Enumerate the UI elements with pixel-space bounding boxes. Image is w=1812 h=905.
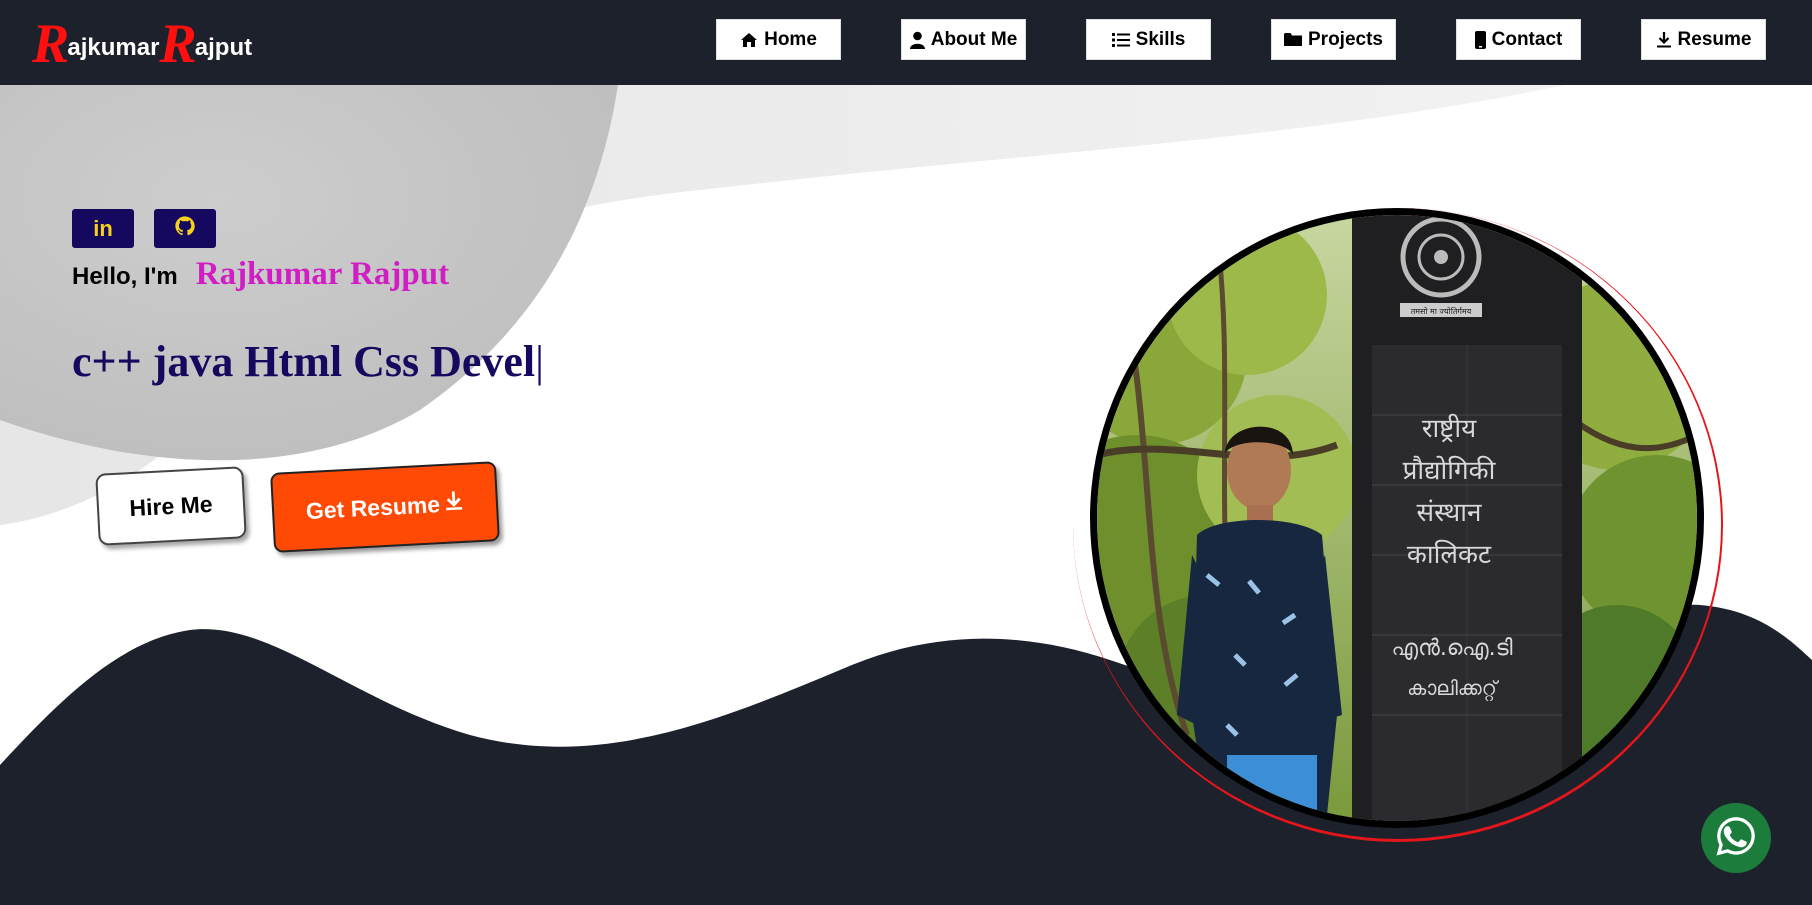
- hire-me-button[interactable]: Hire Me: [95, 466, 247, 546]
- nav-resume-label: Resume: [1677, 28, 1752, 50]
- site-header: R ajkumar R ajput Home About Me Skills P…: [0, 0, 1812, 85]
- logo-last-rest: ajput: [194, 34, 253, 61]
- nav-about[interactable]: About Me: [901, 19, 1026, 60]
- nit-monument: तमसो मा ज्योतिर्गमय राष्ट्रीय प्रौद्योगि…: [1352, 215, 1582, 821]
- nav-skills[interactable]: Skills: [1086, 19, 1211, 60]
- hero-name: Rajkumar Rajput: [195, 256, 450, 292]
- sign-line-2: प्रौद्योगिकी: [1403, 455, 1497, 486]
- download-icon: [1656, 31, 1672, 48]
- main-nav: Home About Me Skills Projects Contact Re…: [716, 19, 1766, 60]
- hire-me-label: Hire Me: [128, 490, 214, 521]
- user-icon: [909, 31, 925, 49]
- github-button[interactable]: [154, 209, 216, 248]
- get-resume-label: Get Resume: [305, 490, 441, 524]
- greeting-text: Hello, I'm: [72, 263, 178, 290]
- github-icon: [174, 215, 196, 242]
- home-icon: [740, 32, 758, 48]
- nav-projects[interactable]: Projects: [1271, 19, 1396, 60]
- nav-resume[interactable]: Resume: [1641, 19, 1766, 60]
- download-icon: [439, 489, 464, 518]
- nav-contact[interactable]: Contact: [1456, 19, 1581, 60]
- linkedin-icon: in: [93, 215, 113, 241]
- whatsapp-button[interactable]: [1701, 803, 1771, 873]
- typed-text: c++ java Html Css Devel: [72, 337, 536, 386]
- typed-roles: c++ java Html Css Devel|: [72, 336, 544, 387]
- linkedin-button[interactable]: in: [72, 209, 134, 248]
- sign-line-5: എൻ.ഐ.ടി: [1391, 636, 1512, 661]
- nav-contact-label: Contact: [1491, 28, 1563, 50]
- brand-logo[interactable]: R ajkumar R ajput: [32, 4, 252, 74]
- folder-icon: [1284, 32, 1302, 47]
- sign-line-4: कालिकट: [1407, 539, 1492, 570]
- nav-about-label: About Me: [930, 28, 1018, 50]
- phone-icon: [1474, 30, 1486, 49]
- nav-home-label: Home: [764, 28, 817, 50]
- monument-caption: तमसो मा ज्योतिर्गमय: [1411, 306, 1472, 316]
- get-resume-button[interactable]: Get Resume: [270, 461, 500, 553]
- sign-line-3: संस्थान: [1417, 498, 1483, 528]
- logo-first-rest: ajkumar: [67, 34, 160, 61]
- greeting-line: Hello, I'm Rajkumar Rajput: [72, 256, 449, 293]
- list-icon: [1111, 32, 1130, 48]
- whatsapp-icon: [1714, 814, 1758, 863]
- nav-home[interactable]: Home: [716, 19, 841, 60]
- logo-first-initial: R: [32, 13, 70, 75]
- typing-cursor: |: [535, 337, 544, 386]
- nav-projects-label: Projects: [1308, 28, 1383, 50]
- sign-line-1: राष्ट्रीय: [1422, 413, 1477, 444]
- logo-last-initial: R: [159, 13, 197, 75]
- profile-photo: तमसो मा ज्योतिर्गमय राष्ट्रीय प्रौद्योगि…: [1090, 208, 1704, 828]
- nav-skills-label: Skills: [1135, 28, 1186, 50]
- sign-line-6: കാലിക്കറ്റ്: [1407, 676, 1500, 702]
